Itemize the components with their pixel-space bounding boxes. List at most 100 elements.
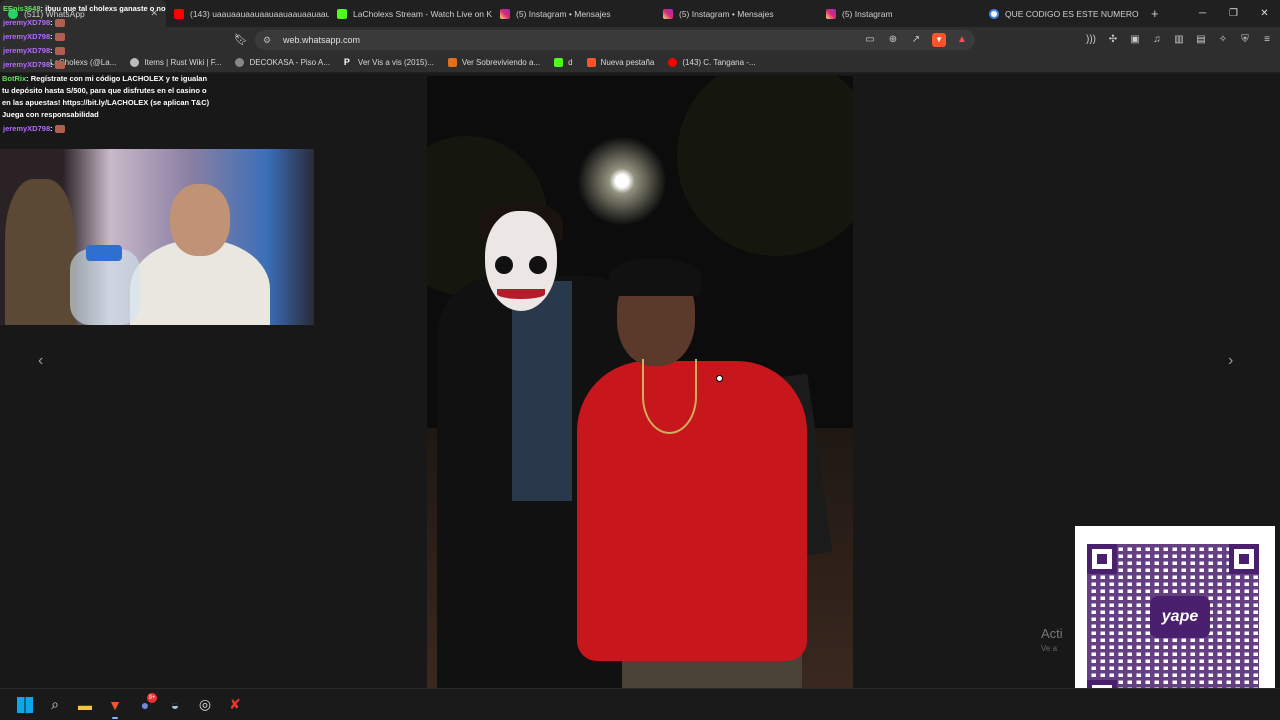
search-icon: ⌕	[51, 696, 59, 712]
chat-username: EEnis3648	[3, 4, 41, 13]
previous-media-arrow-icon[interactable]: ‹	[38, 352, 43, 370]
bookmark-label: (143) C. Tangana -...	[682, 58, 756, 67]
qr-finder	[1087, 544, 1117, 574]
yape-logo: yape	[1150, 596, 1210, 638]
brave-rewards-icon[interactable]: ▲	[955, 33, 969, 47]
tab-instagram-2[interactable]: (5) Instagram • Mensajes	[655, 0, 818, 27]
emote-icon	[54, 33, 65, 42]
activation-subtext: Ve a	[1041, 644, 1058, 653]
steam-icon: ◒	[170, 696, 180, 713]
chat-text: :	[50, 46, 53, 55]
share-icon[interactable]: ↗	[909, 33, 923, 47]
chat-text: :	[50, 60, 53, 69]
vpn-icon[interactable]: ⛨	[1238, 33, 1252, 47]
chat-message: jeremyXD798:	[3, 124, 65, 134]
chat-message: EEnis3648: ibuu que tal cholexs ganaste …	[3, 4, 166, 13]
mouse-cursor	[716, 375, 723, 382]
bookmark-item[interactable]: (143) C. Tangana -...	[668, 58, 756, 67]
tab-title: (5) Instagram • Mensajes	[679, 8, 774, 19]
close-window-icon[interactable]: ✕	[1249, 0, 1280, 27]
youtube-icon	[668, 58, 678, 67]
file-explorer[interactable]: ▬	[70, 690, 100, 720]
chat-text: : ibuu que tal cholexs ganaste o no	[40, 4, 166, 13]
bot-username: BotRix	[2, 74, 27, 83]
street-light	[577, 136, 667, 226]
extensions-area: ))) ✣ ▣ ♫ ▥ ▤ ✧ ⛨ ≡	[1084, 33, 1274, 47]
search-taskbar[interactable]: ⌕	[40, 690, 70, 720]
person-right-hair	[609, 258, 701, 296]
address-bar[interactable]: ⚙ web.whatsapp.com ▭ ⊕ ↗ ▼ ▲	[255, 30, 975, 50]
tree-shape	[677, 76, 853, 256]
brave-icon: ▼	[108, 696, 122, 713]
minimize-icon[interactable]: ─	[1187, 0, 1218, 27]
emote-icon	[54, 47, 65, 56]
bookmark-item[interactable]: d	[554, 58, 573, 67]
chat-username: jeremyXD798	[3, 18, 51, 27]
bottle-cap	[86, 245, 122, 261]
person-left-shirt	[512, 281, 572, 501]
folder-icon: ▬	[78, 696, 92, 713]
extensions-icon[interactable]: ✣	[1106, 33, 1120, 47]
tab-google[interactable]: QUE CODIGO ES ESTE NUMERO +5(	[981, 0, 1141, 27]
tab-instagram-1[interactable]: (5) Instagram • Mensajes	[492, 0, 655, 27]
bot-chat-message: BotRix: Regístrate con mi código LACHOLE…	[2, 73, 214, 121]
bookmark-item[interactable]: Ver Sobreviviendo a...	[447, 58, 540, 67]
kick-app-icon: ✘	[229, 696, 241, 712]
windows-icon	[17, 696, 33, 713]
steam[interactable]: ◒	[160, 690, 190, 720]
bot-text: : Regístrate con mi código LACHOLEX y te…	[2, 74, 210, 119]
instagram-icon	[826, 8, 836, 19]
restore-icon[interactable]: ❐	[1218, 0, 1249, 27]
chat-text: :	[50, 32, 53, 41]
chat-username: jeremyXD798	[3, 124, 51, 133]
audio-icon[interactable]: )))	[1084, 33, 1098, 47]
start-button[interactable]	[10, 690, 40, 720]
qr-finder	[1229, 544, 1259, 574]
media-photo[interactable]	[427, 76, 853, 688]
obs-icon: ◎	[198, 696, 212, 712]
tab-title: (5) Instagram • Mensajes	[516, 8, 611, 19]
webcam-person-left	[5, 179, 75, 325]
music-icon[interactable]: ♫	[1150, 33, 1164, 47]
wallet-icon[interactable]: ▤	[1194, 33, 1208, 47]
notification-badge: 9+	[147, 692, 157, 703]
chat-message: jeremyXD798:	[3, 46, 65, 56]
menu-icon[interactable]: ≡	[1260, 33, 1274, 47]
site-icon	[447, 58, 457, 67]
emote-icon	[54, 61, 65, 70]
brave-browser[interactable]: ▼	[100, 690, 130, 720]
new-tab-button[interactable]: +	[1141, 6, 1169, 21]
face-paint-eye	[529, 256, 547, 274]
bookmark-label: Nueva pestaña	[600, 58, 655, 67]
instagram-icon	[663, 8, 673, 19]
obs[interactable]: ◎	[190, 690, 220, 720]
webcam-overlay	[0, 149, 314, 325]
brave-shield-icon[interactable]: ▼	[932, 33, 946, 47]
taskbar: ⌕ ▬ ▼ ● 9+ ◒ ◎ ✘	[0, 688, 1280, 720]
screenshot-icon[interactable]: ▣	[1128, 33, 1142, 47]
discord[interactable]: ● 9+	[130, 690, 160, 720]
bookmark-label: Ver Vis a vis (2015)...	[357, 58, 434, 67]
next-media-arrow-icon[interactable]: ›	[1228, 352, 1233, 370]
bookmark-item[interactable]: Nueva pestaña	[586, 58, 655, 67]
emote-icon	[54, 125, 65, 134]
bookmark-label: d	[568, 58, 573, 67]
chat-message: jeremyXD798:	[3, 32, 65, 42]
tab-kick[interactable]: LaCholexs Stream - Watch Live on Ki	[329, 0, 492, 27]
chat-text: :	[50, 18, 53, 27]
sidebar-icon[interactable]: ▥	[1172, 33, 1186, 47]
leo-ai-icon[interactable]: ✧	[1216, 33, 1230, 47]
activation-watermark: Acti	[1041, 626, 1063, 641]
kick-app[interactable]: ✘	[220, 690, 250, 720]
zoom-icon[interactable]: ⊕	[886, 33, 900, 47]
chat-text: :	[50, 124, 53, 133]
bookmark-item[interactable]: P Ver Vis a vis (2015)...	[344, 58, 434, 68]
cast-icon[interactable]: ▭	[863, 33, 877, 47]
tab-instagram-3[interactable]: (5) Instagram	[818, 0, 981, 27]
chat-username: jeremyXD798	[3, 32, 51, 41]
instagram-icon	[500, 8, 510, 19]
tab-title: LaCholexs Stream - Watch Live on Ki	[353, 8, 492, 19]
screen: (511) WhatsApp ✕ (143) uaauaauaauaauaaua…	[0, 0, 1280, 720]
kick-icon	[554, 58, 564, 67]
face-paint-mouth	[497, 289, 545, 299]
